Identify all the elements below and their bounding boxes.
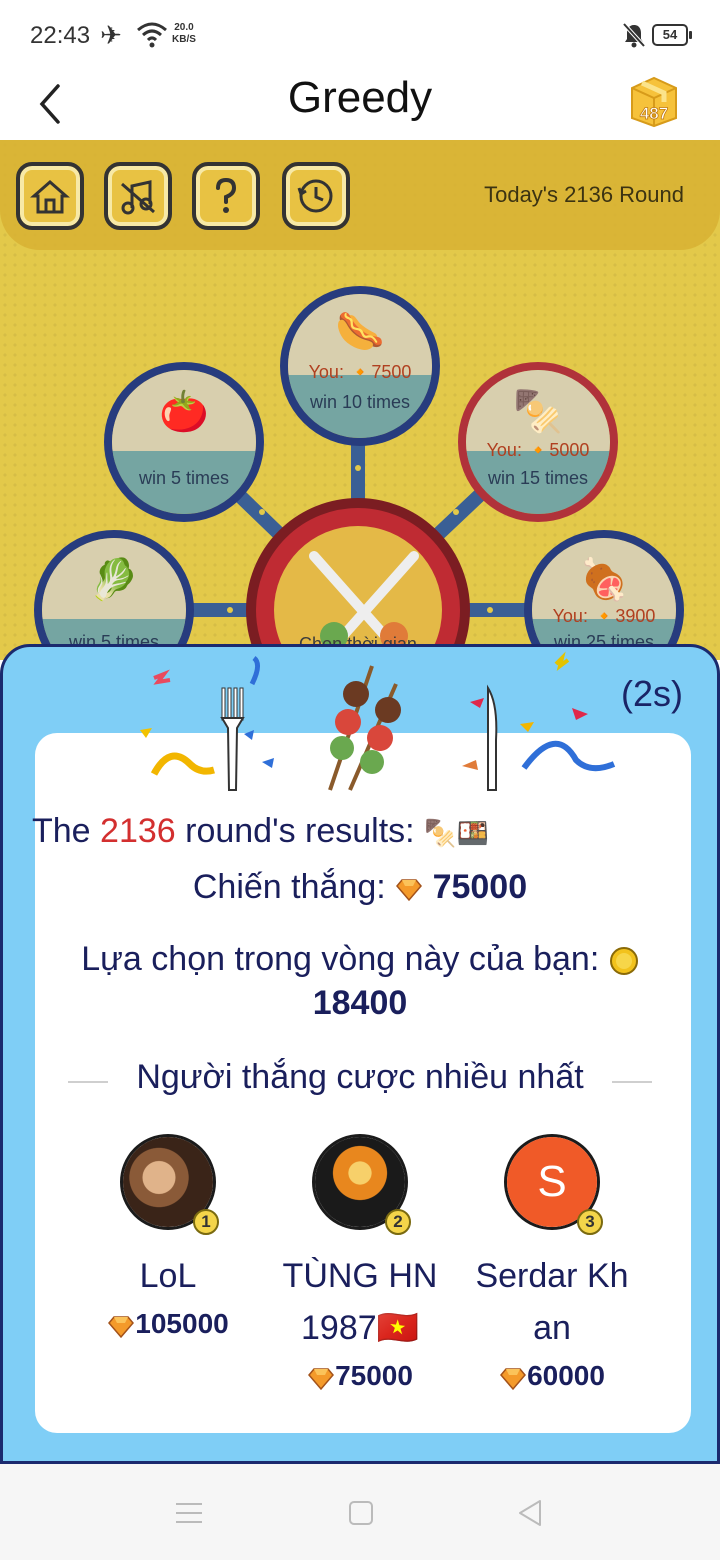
food-option-cabbage[interactable]: 🥬 win 5 times	[34, 530, 194, 660]
coin-icon	[609, 947, 638, 976]
winner-name: TÙNG HN 1987🇻🇳	[282, 1257, 438, 1347]
status-time: 22:43	[30, 22, 91, 49]
skewer-icon: 🍢	[513, 390, 563, 434]
meat-icon: 🍖	[579, 558, 629, 602]
diamond-icon	[108, 1315, 135, 1338]
network-speed-unit: KB/S	[172, 34, 196, 45]
round-number: 2136	[100, 812, 176, 850]
multiplier-label: win 10 times	[309, 392, 411, 412]
winner-card[interactable]: S 3 Serdar Khan 60000	[452, 1134, 652, 1392]
bet-you-label: You:	[552, 606, 588, 626]
bet-you-label: You:	[308, 362, 344, 382]
rank-badge: 1	[193, 1209, 219, 1235]
page-title: Greedy	[287, 73, 433, 122]
app-header: Greedy 487	[0, 70, 720, 140]
bet-amount: 3900	[615, 606, 656, 626]
tomato-icon: 🍅	[159, 390, 209, 434]
diamond-icon	[500, 1367, 527, 1390]
food-option-meat[interactable]: 🍖 You: 🔸3900 win 25 times	[524, 530, 684, 660]
food-option-tomato[interactable]: 🍅 win 5 times	[104, 362, 264, 522]
back-nav-icon[interactable]	[516, 1498, 546, 1528]
top-winners-title: Người thắng cược nhiều nhất	[136, 1058, 584, 1096]
diamond-icon	[396, 879, 423, 902]
wifi-icon	[137, 22, 167, 48]
cabbage-icon: 🥬	[89, 558, 139, 602]
choice-line: Lựa chọn trong vòng này của bạn:	[0, 940, 720, 979]
hotdog-icon: 🌭	[335, 310, 385, 354]
menu-icon[interactable]	[174, 1498, 204, 1528]
win-line: Chiến thắng: 75000	[0, 868, 720, 907]
battery-icon: 54	[652, 24, 692, 46]
winner-name: LoL	[139, 1257, 197, 1295]
round-prefix: The	[32, 812, 101, 850]
winner-score-value: 75000	[335, 1360, 413, 1391]
countdown-timer: (2s)	[621, 673, 683, 714]
win-label: Chiến thắng:	[192, 868, 396, 906]
winner-score: 60000	[452, 1360, 652, 1392]
rank-badge: 3	[577, 1209, 603, 1235]
network-speed: 20.0 KB/S	[172, 22, 196, 46]
home-nav-icon[interactable]	[346, 1498, 376, 1528]
winner-card[interactable]: 2 TÙNG HN 1987🇻🇳 75000	[260, 1134, 460, 1392]
system-nav-bar	[0, 1464, 720, 1560]
bell-muted-icon	[622, 22, 646, 48]
airplane-icon: ✈	[100, 20, 122, 50]
bet-you-label: You:	[486, 440, 522, 460]
rank-badge: 2	[385, 1209, 411, 1235]
game-board: Today's 2136 Round 🌭 You: 🔸7500 win 10 t…	[0, 140, 720, 660]
winner-score: 105000	[68, 1308, 268, 1340]
choice-label: Lựa chọn trong vòng này của bạn:	[81, 940, 609, 978]
network-speed-value: 20.0	[174, 22, 194, 33]
avatar: S 3	[504, 1134, 603, 1235]
diamond-icon	[308, 1367, 335, 1390]
food-option-hotdog[interactable]: 🌭 You: 🔸7500 win 10 times	[280, 286, 440, 446]
food-option-skewer[interactable]: 🍢 You: 🔸5000 win 15 times	[458, 362, 618, 522]
avatar: 1	[120, 1134, 219, 1235]
win-amount: 75000	[432, 868, 528, 906]
bet-amount: 5000	[549, 440, 590, 460]
multiplier-label: win 5 times	[138, 468, 230, 488]
winner-score-value: 105000	[135, 1308, 229, 1339]
winner-score: 75000	[260, 1360, 460, 1392]
gift-badge-count: 487	[640, 104, 668, 123]
result-food-icons: 🍢🍱	[424, 818, 489, 848]
winner-name: Serdar Khan	[475, 1257, 629, 1347]
winner-score-value: 60000	[527, 1360, 605, 1391]
round-suffix: round's results:	[175, 812, 425, 850]
avatar: 2	[312, 1134, 411, 1235]
gift-box-icon[interactable]: 487	[624, 72, 684, 128]
status-bar: 22:43 ✈ 20.0 KB/S 54	[0, 0, 720, 70]
winner-card[interactable]: 1 LoL 105000	[68, 1134, 268, 1340]
multiplier-label: win 15 times	[487, 468, 589, 488]
bet-amount: 7500	[371, 362, 412, 382]
round-result-line: The 2136 round's results: 🍢🍱	[0, 812, 720, 860]
choice-amount: 18400	[312, 984, 408, 1022]
